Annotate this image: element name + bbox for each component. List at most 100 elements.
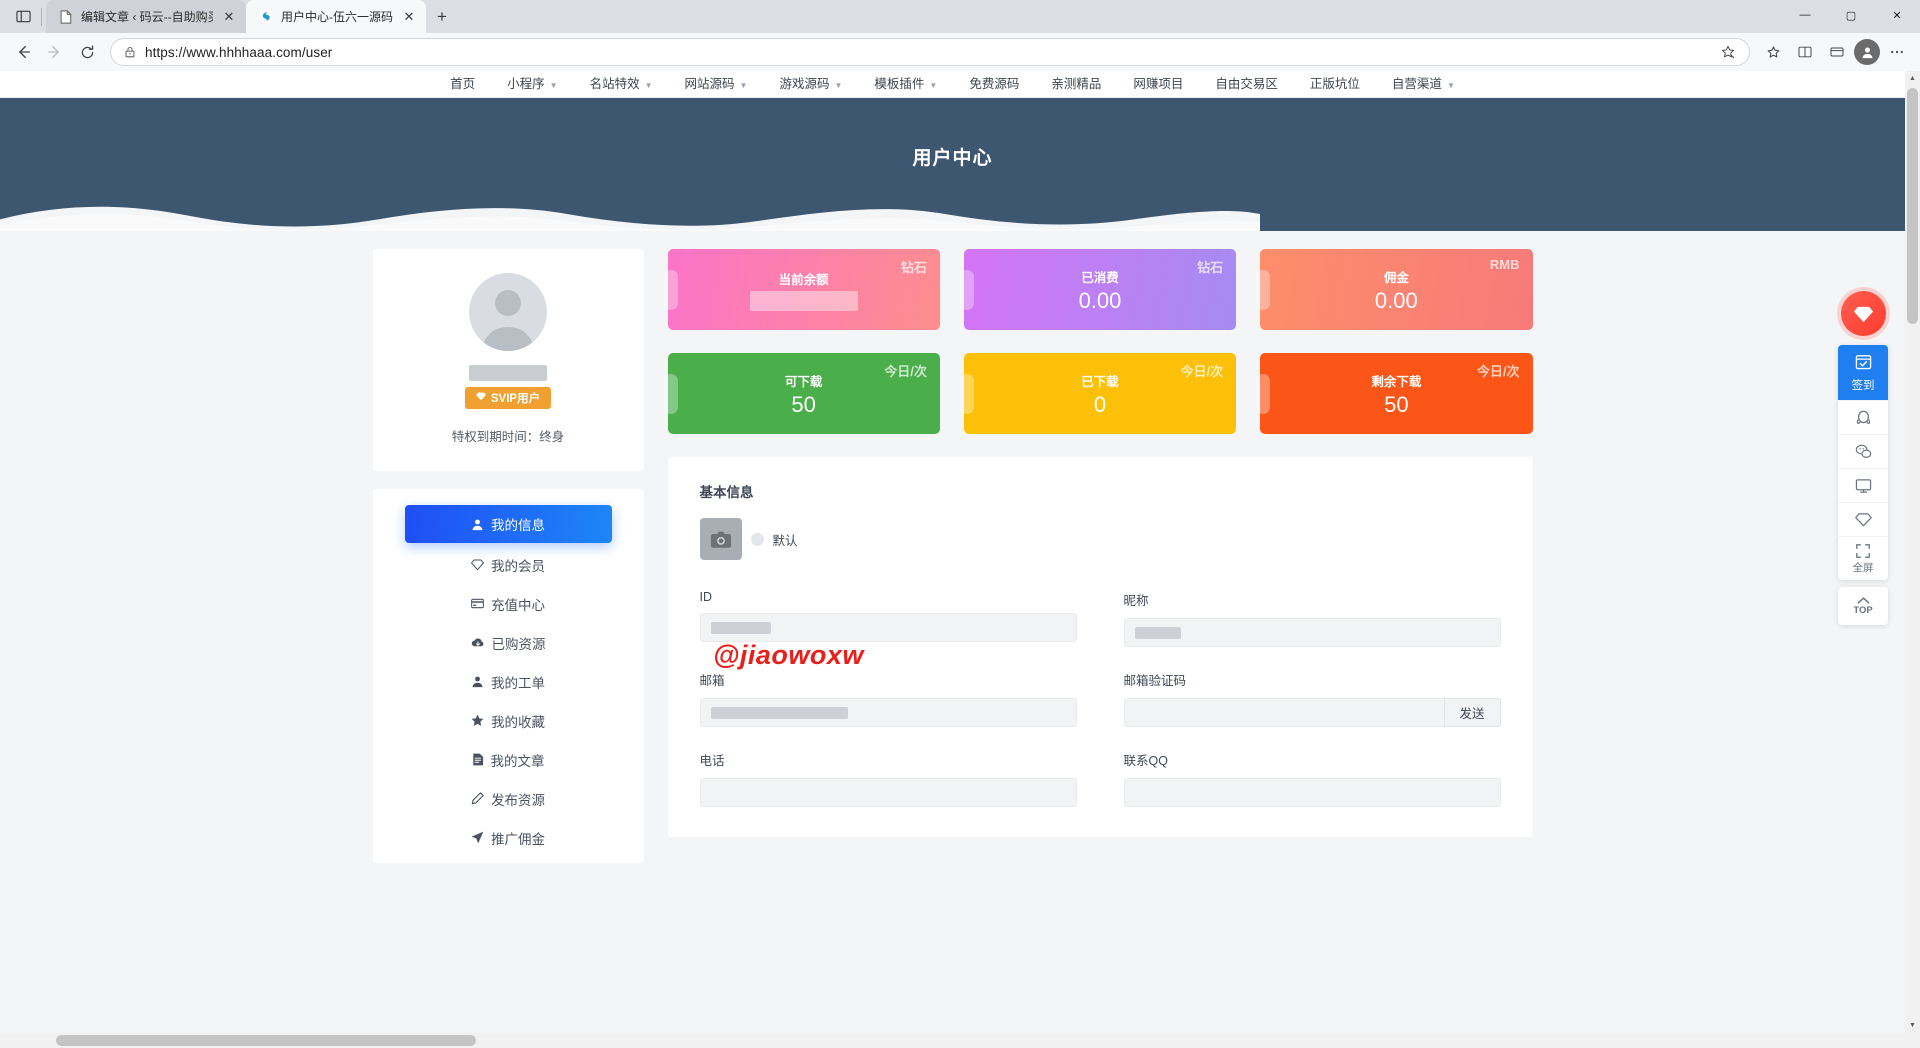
new-tab-button[interactable]: + bbox=[426, 3, 458, 31]
sign-in-button[interactable]: 签到 bbox=[1838, 345, 1888, 400]
nav-label: 免费源码 bbox=[969, 76, 1020, 91]
stat-card-spent: 钻石 已消费 0.00 bbox=[963, 249, 1237, 330]
wave-decoration bbox=[0, 206, 1260, 231]
sidebar-item-promotion-commission[interactable]: 推广佣金 bbox=[405, 818, 612, 857]
web-page: 首页 小程序 ▼ 名站特效 ▼ 网站源码 ▼ 游戏源码 ▼ 模板插件 ▼ 免费源码 亲测精… bbox=[0, 71, 1905, 1036]
sidebar-item-recharge[interactable]: 充值中心 bbox=[405, 584, 612, 623]
user-menu: 我的信息 我的会员 充值中心 已购资源 我的工单 我的收藏 我的文章 发布资源 … bbox=[372, 489, 644, 863]
fullscreen-icon[interactable]: 全屏 bbox=[1838, 536, 1888, 580]
sidebar-item-label: 我的文章 bbox=[490, 753, 545, 769]
avatar-upload-row: 默认 bbox=[699, 518, 1501, 560]
browser-essentials-icon[interactable] bbox=[1822, 37, 1852, 67]
close-icon[interactable]: ✕ bbox=[221, 9, 237, 25]
phone-input[interactable] bbox=[699, 778, 1077, 807]
sidebar-item-my-favorites[interactable]: 我的收藏 bbox=[405, 701, 612, 740]
diamond-icon[interactable] bbox=[1840, 291, 1886, 336]
sidebar-item-label: 我的会员 bbox=[491, 558, 545, 574]
qq-icon[interactable] bbox=[1838, 400, 1888, 434]
reload-icon[interactable] bbox=[72, 37, 102, 67]
scroll-up-arrow[interactable]: ▲ bbox=[1905, 71, 1920, 86]
gem-icon[interactable] bbox=[1838, 502, 1888, 536]
field-label: ID bbox=[699, 590, 713, 604]
more-menu-icon[interactable] bbox=[1882, 37, 1912, 67]
tab-title: 编辑文章 ‹ 码云--自助购买资源平 bbox=[81, 9, 213, 24]
minimize-button[interactable]: — bbox=[1782, 0, 1828, 30]
chevron-down-icon: ▼ bbox=[549, 80, 558, 90]
masked-value bbox=[1134, 626, 1181, 639]
favorite-star-icon[interactable] bbox=[1713, 37, 1743, 67]
back-icon[interactable] bbox=[8, 37, 38, 67]
vertical-scrollbar[interactable]: ▲ ▼ bbox=[1905, 71, 1920, 1033]
nav-item-11[interactable]: 自营渠道 ▼ bbox=[1376, 71, 1471, 98]
sidebar-item-publish-resource[interactable]: 发布资源 bbox=[405, 779, 612, 818]
camera-icon[interactable] bbox=[699, 518, 742, 560]
close-icon[interactable]: ✕ bbox=[401, 9, 417, 25]
nav-item-5[interactable]: 模板插件 ▼ bbox=[858, 71, 953, 98]
field-nickname: 昵称 bbox=[1123, 590, 1501, 647]
nav-item-7[interactable]: 亲测精品 bbox=[1035, 71, 1117, 98]
browser-tab-2[interactable]: 用户中心-伍六一源码 ✕ bbox=[246, 0, 426, 33]
field-id: ID bbox=[699, 590, 1077, 647]
email-input[interactable] bbox=[699, 698, 1077, 727]
nav-item-2[interactable]: 名站特效 ▼ bbox=[574, 71, 669, 98]
sidebar-item-label: 推广佣金 bbox=[491, 831, 545, 847]
id-input[interactable] bbox=[699, 613, 1077, 642]
sidebar-item-purchased[interactable]: 已购资源 bbox=[405, 623, 612, 662]
field-qq: 联系QQ bbox=[1123, 750, 1501, 807]
send-code-button[interactable]: 发送 bbox=[1443, 698, 1501, 727]
avatar[interactable] bbox=[469, 273, 547, 351]
field-email-code: 邮箱验证码 发送 bbox=[1123, 670, 1501, 727]
nav-label: 亲测精品 bbox=[1051, 76, 1102, 91]
status-badge: SVIP用户 bbox=[464, 387, 552, 409]
stat-value: 50 bbox=[791, 391, 816, 417]
nav-item-4[interactable]: 游戏源码 ▼ bbox=[763, 71, 858, 98]
forward-icon[interactable] bbox=[40, 37, 70, 67]
nav-item-1[interactable]: 小程序 ▼ bbox=[491, 71, 573, 98]
tab-search-button[interactable] bbox=[6, 0, 40, 33]
sidebar-item-my-articles[interactable]: 我的文章 bbox=[405, 740, 612, 779]
scroll-down-arrow[interactable]: ▼ bbox=[1905, 1018, 1920, 1033]
site-icon bbox=[257, 9, 273, 25]
profile-card: SVIP用户 特权到期时间：终身 bbox=[372, 249, 644, 471]
maximize-button[interactable]: ▢ bbox=[1828, 0, 1874, 30]
nav-item-3[interactable]: 网站源码 ▼ bbox=[669, 71, 764, 98]
stat-value: 0.00 bbox=[1374, 287, 1418, 313]
collections-icon[interactable] bbox=[1758, 37, 1788, 67]
qq-input[interactable] bbox=[1123, 778, 1501, 807]
back-to-top-label: TOP bbox=[1853, 605, 1873, 616]
stat-unit: RMB bbox=[1489, 257, 1520, 272]
browser-tab-1[interactable]: 编辑文章 ‹ 码云--自助购买资源平 ✕ bbox=[46, 0, 246, 33]
back-to-top-button[interactable]: TOP bbox=[1838, 587, 1888, 625]
sidebar-item-my-info[interactable]: 我的信息 bbox=[404, 505, 612, 543]
horizontal-scroll-thumb[interactable] bbox=[56, 1035, 476, 1046]
split-screen-icon[interactable] bbox=[1790, 37, 1820, 67]
window-controls: — ▢ ✕ bbox=[1782, 0, 1920, 33]
close-window-button[interactable]: ✕ bbox=[1874, 0, 1920, 30]
horizontal-scrollbar[interactable] bbox=[0, 1033, 1905, 1048]
fullscreen-label: 全屏 bbox=[1852, 561, 1874, 574]
nav-label: 模板插件 bbox=[874, 76, 925, 91]
address-bar[interactable]: https://www.hhhhaaa.com/user bbox=[110, 38, 1750, 66]
stat-unit: 今日/次 bbox=[884, 364, 927, 379]
stat-label: 已下载 bbox=[1081, 374, 1119, 389]
monitor-icon[interactable] bbox=[1838, 468, 1888, 502]
sidebar-item-label: 我的信息 bbox=[491, 518, 545, 533]
masked-value bbox=[710, 706, 848, 719]
vertical-scroll-thumb[interactable] bbox=[1907, 88, 1918, 324]
nav-item-0[interactable]: 首页 bbox=[434, 71, 491, 98]
email-code-input[interactable] bbox=[1123, 698, 1444, 727]
toolbar-right-group bbox=[1758, 37, 1912, 67]
chevron-down-icon: ▼ bbox=[644, 80, 653, 90]
content-container: SVIP用户 特权到期时间：终身 我的信息 我的会员 充值中心 已购资源 我的工… bbox=[372, 231, 1533, 863]
stat-cards: 钻石 当前余额 钻石 已消费 0.00 RMB 佣金 0.00 今日/次 可下载… bbox=[667, 249, 1533, 434]
profile-avatar[interactable] bbox=[1854, 39, 1880, 65]
nav-item-6[interactable]: 免费源码 bbox=[953, 71, 1035, 98]
cloud-download-icon bbox=[471, 636, 485, 649]
nav-item-9[interactable]: 自由交易区 bbox=[1199, 71, 1294, 98]
wechat-icon[interactable] bbox=[1838, 434, 1888, 468]
nav-item-8[interactable]: 网赚项目 bbox=[1117, 71, 1199, 98]
nav-item-10[interactable]: 正版坑位 bbox=[1294, 71, 1376, 98]
sidebar-item-my-tickets[interactable]: 我的工单 bbox=[405, 662, 612, 701]
sidebar-item-my-membership[interactable]: 我的会员 bbox=[405, 545, 612, 584]
nickname-input[interactable] bbox=[1123, 618, 1501, 647]
